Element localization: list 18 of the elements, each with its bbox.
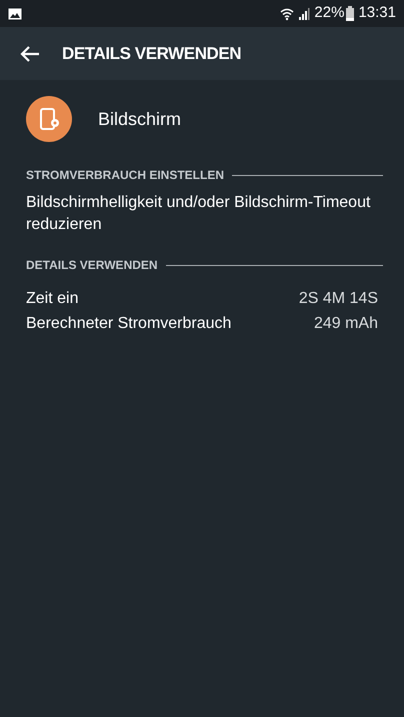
section-header: STROMVERBRAUCH EINSTELLEN — [26, 167, 224, 184]
wifi-icon — [280, 6, 294, 20]
detail-label: Zeit ein — [26, 288, 78, 308]
battery-icon — [346, 6, 354, 21]
signal-icon — [298, 8, 310, 20]
detail-value: 2S 4M 14S — [298, 288, 378, 308]
detail-label: Berechneter Stromverbrauch — [26, 314, 232, 334]
app-name: Bildschirm — [98, 108, 182, 130]
screen-settings-icon — [26, 96, 72, 142]
back-arrow-icon — [20, 44, 40, 62]
back-button[interactable] — [20, 44, 40, 62]
battery-percent: 22% — [314, 3, 344, 24]
clock: 13:31 — [358, 3, 396, 24]
section-header: DETAILS VERWENDEN — [26, 257, 158, 274]
detail-value: 249 mAh — [314, 314, 378, 334]
page-title: DETAILS VERWENDEN — [62, 42, 242, 65]
tip-text: Bildschirmhelligkeit und/oder Bildschirm-Timeout reduzieren — [26, 193, 372, 235]
image-icon — [8, 8, 22, 20]
